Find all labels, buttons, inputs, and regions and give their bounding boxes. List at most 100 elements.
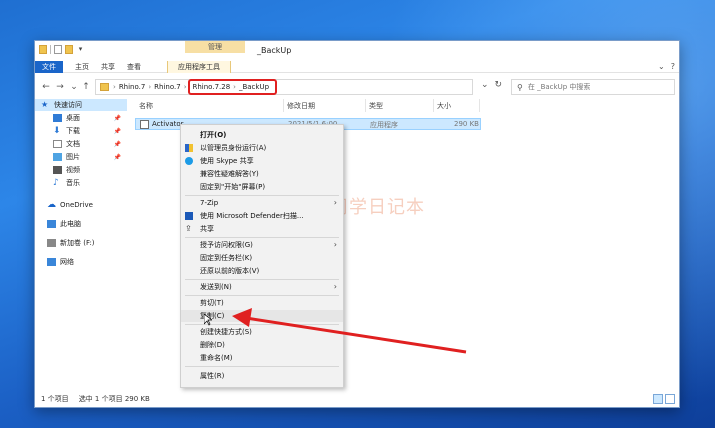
pin-icon: 📌 <box>113 140 121 148</box>
column-separator[interactable] <box>283 99 284 112</box>
menu-item-share[interactable]: ⇪ 共享 <box>181 223 343 235</box>
menu-item-restore-versions[interactable]: 还原以前的版本(V) <box>181 265 343 277</box>
breadcrumb-separator: › <box>113 83 116 91</box>
sidebar-item-label: 图片 <box>66 153 80 161</box>
breadcrumb-item[interactable]: Rhino.7 <box>119 83 146 91</box>
help-icon[interactable]: ? <box>671 62 675 71</box>
breadcrumb-item[interactable]: Rhino.7 <box>154 83 181 91</box>
menu-item-defender-scan[interactable]: 使用 Microsoft Defender扫描... <box>181 210 343 222</box>
column-header-name[interactable]: 名称 <box>139 101 153 111</box>
dropdown-icon[interactable]: ⌄ <box>481 80 489 90</box>
chevron-right-icon: › <box>333 240 337 249</box>
drive-icon <box>47 239 56 247</box>
tab-view[interactable]: 查看 <box>123 61 145 73</box>
tab-home[interactable]: 主页 <box>71 61 93 73</box>
column-header-size[interactable]: 大小 <box>437 101 451 111</box>
menu-item-label: 使用 Skype 共享 <box>200 157 254 165</box>
status-bar: 1 个项目 选中 1 个项目 290 KB <box>35 391 679 407</box>
menu-item-skype-share[interactable]: 使用 Skype 共享 <box>181 155 343 167</box>
up-arrow-icon[interactable]: ↑ <box>81 80 91 94</box>
menu-item-properties[interactable]: 属性(R) <box>181 370 343 382</box>
sidebar-item-onedrive[interactable]: ☁ OneDrive <box>35 199 127 211</box>
breadcrumb-separator: › <box>233 83 236 91</box>
defender-icon <box>185 212 193 220</box>
sidebar-item-desktop[interactable]: 桌面 📌 <box>35 112 127 124</box>
toolbar-separator <box>50 45 51 54</box>
tab-application-tools[interactable]: 应用程序工具 <box>167 61 231 73</box>
video-icon <box>53 166 62 174</box>
sidebar-item-label: 桌面 <box>66 114 80 122</box>
menu-item-label: 共享 <box>200 225 214 233</box>
menu-item-7zip[interactable]: 7-Zip › <box>181 197 343 209</box>
pin-icon: 📌 <box>113 127 121 135</box>
ribbon-controls: ⌄ ? <box>658 62 675 71</box>
menu-item-compat-troubleshoot[interactable]: 兼容性疑难解答(Y) <box>181 168 343 180</box>
search-placeholder: 在 _BackUp 中搜索 <box>527 83 591 91</box>
chevron-down-icon[interactable]: ⌄ <box>658 62 665 71</box>
share-icon: ⇪ <box>185 224 192 233</box>
sidebar-item-pictures[interactable]: 图片 📌 <box>35 151 127 163</box>
sidebar-item-documents[interactable]: 文档 📌 <box>35 138 127 150</box>
column-header-date[interactable]: 修改日期 <box>287 101 315 111</box>
new-folder-icon[interactable] <box>65 45 73 54</box>
menu-item-cut[interactable]: 剪切(T) <box>181 297 343 309</box>
details-view-icon[interactable] <box>653 394 663 404</box>
menu-separator <box>185 366 339 367</box>
computer-icon <box>47 220 56 228</box>
music-icon: ♪ <box>53 178 59 188</box>
sidebar-item-label: 文档 <box>66 140 80 148</box>
menu-item-run-as-admin[interactable]: 以管理员身份运行(A) <box>181 142 343 154</box>
sidebar-item-this-pc[interactable]: 此电脑 <box>35 218 127 230</box>
menu-item-open[interactable]: 打开(O) <box>181 129 343 141</box>
selection-info: 选中 1 个项目 290 KB <box>78 395 150 403</box>
menu-item-rename[interactable]: 重命名(M) <box>181 352 343 364</box>
large-icons-view-icon[interactable] <box>665 394 675 404</box>
search-box[interactable]: ⚲ 在 _BackUp 中搜索 <box>511 79 675 95</box>
network-icon <box>47 258 56 266</box>
sidebar-item-quick-access[interactable]: ★ 快速访问 <box>35 99 127 111</box>
sidebar-item-downloads[interactable]: ⬇ 下载 📌 <box>35 125 127 137</box>
breadcrumb-item[interactable]: _BackUp <box>239 83 269 91</box>
column-separator[interactable] <box>479 99 480 112</box>
picture-icon <box>53 153 62 161</box>
explorer-window: ▾ 管理 _BackUp 文件 主页 共享 查看 应用程序工具 ⌄ ? ← → … <box>34 40 680 408</box>
tab-share[interactable]: 共享 <box>97 61 119 73</box>
file-type: 应用程序 <box>370 121 398 129</box>
customize-toolbar-icon[interactable]: ▾ <box>76 45 85 54</box>
menu-item-label: 发送到(N) <box>200 283 232 291</box>
menu-item-label: 7-Zip <box>200 199 219 207</box>
star-icon: ★ <box>41 100 49 109</box>
menu-separator <box>185 237 339 238</box>
back-arrow-icon[interactable]: ← <box>41 80 51 94</box>
sidebar-item-label: 新加卷 (F:) <box>60 239 95 247</box>
properties-icon[interactable] <box>54 45 62 54</box>
menu-separator <box>185 279 339 280</box>
forward-arrow-icon[interactable]: → <box>55 80 65 94</box>
sidebar-item-network[interactable]: 网络 <box>35 256 127 268</box>
menu-item-grant-access[interactable]: 授予访问权限(G) › <box>181 239 343 251</box>
menu-item-delete[interactable]: 删除(D) <box>181 339 343 351</box>
breadcrumb-separator: › <box>148 83 152 91</box>
menu-item-pin-start[interactable]: 固定到"开始"屏幕(P) <box>181 181 343 193</box>
column-separator[interactable] <box>433 99 434 112</box>
sidebar-item-drive-f[interactable]: 新加卷 (F:) <box>35 237 127 249</box>
sidebar-item-music[interactable]: ♪ 音乐 <box>35 177 127 189</box>
sidebar-item-videos[interactable]: 视频 <box>35 164 127 176</box>
tab-file[interactable]: 文件 <box>35 61 63 73</box>
menu-item-pin-taskbar[interactable]: 固定到任务栏(K) <box>181 252 343 264</box>
menu-item-label: 以管理员身份运行(A) <box>200 144 267 152</box>
highlighted-path-box: Rhino.7.28 › _BackUp <box>187 79 278 95</box>
menu-item-send-to[interactable]: 发送到(N) › <box>181 281 343 293</box>
column-separator[interactable] <box>365 99 366 112</box>
pin-icon: 📌 <box>113 153 121 161</box>
breadcrumb-item[interactable]: Rhino.7.28 <box>193 83 231 91</box>
menu-item-create-shortcut[interactable]: 创建快捷方式(S) <box>181 326 343 338</box>
column-header-type[interactable]: 类型 <box>369 101 383 111</box>
refresh-icon[interactable]: ↻ <box>495 80 503 90</box>
recent-locations-icon[interactable]: ⌄ <box>69 80 79 94</box>
file-size: 290 KB <box>454 120 479 128</box>
file-name: Activator <box>152 120 184 128</box>
address-bar[interactable]: › Rhino.7 › Rhino.7 › Rhino.7.28 › _Back… <box>95 79 473 95</box>
desktop-icon <box>53 114 62 122</box>
chevron-right-icon: › <box>333 282 337 291</box>
